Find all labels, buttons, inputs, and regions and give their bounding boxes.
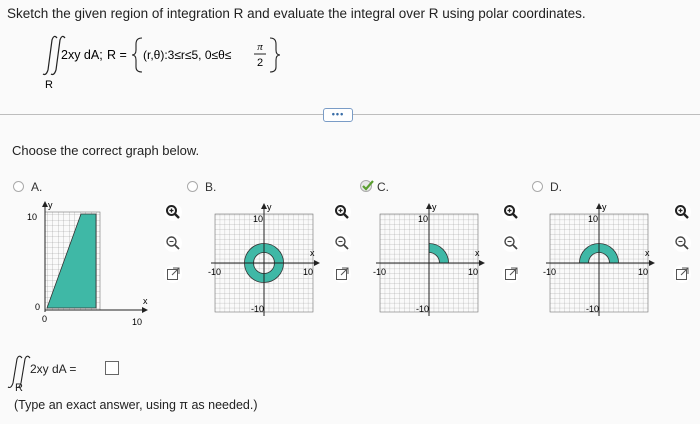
option-b-tools	[333, 203, 353, 283]
denominator-two: 2	[257, 57, 263, 69]
option-d-y-axis-label: y	[602, 202, 607, 212]
option-d-top-tick: 10	[588, 214, 598, 224]
option-c-x-axis-label: x	[475, 248, 480, 258]
instruction-text: Sketch the given region of integration R…	[7, 6, 586, 21]
option-d-left-tick: -10	[543, 267, 556, 277]
option-a[interactable]: A.	[13, 180, 73, 194]
option-c-tools	[502, 203, 522, 283]
open-new-window-icon[interactable]	[502, 265, 520, 283]
option-b[interactable]: B.	[187, 180, 247, 194]
answer-input[interactable]	[105, 361, 119, 375]
option-d-letter: D.	[550, 180, 562, 194]
option-a-y-axis-label: y	[48, 200, 53, 210]
option-c-letter: C.	[377, 180, 389, 194]
option-d-x-axis-label: x	[645, 248, 650, 258]
zoom-in-icon[interactable]	[502, 203, 520, 221]
option-d-radio[interactable]	[532, 181, 543, 192]
option-c-bottom-tick: -10	[416, 304, 429, 314]
option-b-left-tick: -10	[208, 267, 221, 277]
option-d-right-tick: 10	[638, 267, 648, 277]
option-a-y-tick-10: 10	[27, 212, 37, 222]
integral-region-subscript: R	[45, 79, 53, 91]
zoom-out-icon[interactable]	[502, 234, 520, 252]
open-new-window-icon[interactable]	[673, 265, 691, 283]
zoom-in-icon[interactable]	[673, 203, 691, 221]
problem-statement: 2xy dA; R = (r,θ):3≤r≤5, 0≤θ≤ π 2 R	[42, 34, 342, 92]
integral-expression: 2xy dA; R = (r,θ):3≤r≤5, 0≤θ≤ π 2 R	[42, 35, 281, 91]
option-c-y-axis-label: y	[432, 202, 437, 212]
zoom-in-icon[interactable]	[164, 203, 182, 221]
option-b-bottom-tick: -10	[251, 304, 264, 314]
option-a-x-tick-10: 10	[132, 317, 142, 327]
option-b-top-tick: 10	[253, 214, 263, 224]
open-new-window-icon[interactable]	[333, 265, 351, 283]
answer-hint: (Type an exact answer, using π as needed…	[14, 398, 258, 412]
option-c-graph: y x 10 -10 10 -10	[373, 202, 485, 316]
open-new-window-icon[interactable]	[164, 265, 182, 283]
integrand-text: 2xy dA;	[61, 48, 103, 62]
option-c-right-tick: 10	[468, 267, 478, 277]
answer-row: 2xy dA = R	[7, 355, 207, 394]
option-a-graph: y x 10 0 0 10	[27, 200, 148, 327]
option-d[interactable]: D.	[532, 180, 592, 194]
answer-integrand: 2xy dA =	[30, 362, 77, 376]
region-set: (r,θ):3≤r≤5, 0≤θ≤	[143, 48, 232, 62]
zoom-out-icon[interactable]	[333, 234, 351, 252]
answer-region-subscript: R	[15, 382, 23, 394]
option-b-right-tick: 10	[303, 267, 313, 277]
choose-prompt: Choose the correct graph below.	[12, 143, 200, 158]
option-d-tools	[673, 203, 693, 283]
option-a-letter: A.	[31, 180, 43, 194]
zoom-out-icon[interactable]	[164, 234, 182, 252]
option-c[interactable]: C.	[360, 180, 420, 194]
option-a-x-tick-0: 0	[42, 314, 47, 324]
zoom-in-icon[interactable]	[333, 203, 351, 221]
option-c-top-tick: 10	[418, 214, 428, 224]
pi-numerator: π	[257, 41, 263, 53]
option-b-y-axis-label: y	[267, 202, 272, 212]
option-b-x-axis-label: x	[310, 248, 315, 258]
option-c-radio-checked[interactable]	[360, 179, 374, 193]
option-a-x-axis-label: x	[143, 296, 148, 306]
region-label: R =	[107, 48, 127, 62]
option-c-left-tick: -10	[373, 267, 386, 277]
option-a-y-tick-0: 0	[35, 302, 40, 312]
option-a-tools	[164, 203, 184, 283]
more-options-button[interactable]: •••	[323, 108, 353, 122]
option-b-letter: B.	[205, 180, 217, 194]
option-b-graph: y x 10 -10 10 -10	[208, 202, 320, 316]
option-a-radio[interactable]	[13, 181, 24, 192]
option-d-graph: y x 10 -10 10 -10	[543, 202, 655, 316]
option-b-radio[interactable]	[187, 181, 198, 192]
zoom-out-icon[interactable]	[673, 234, 691, 252]
option-d-bottom-tick: -10	[586, 304, 599, 314]
